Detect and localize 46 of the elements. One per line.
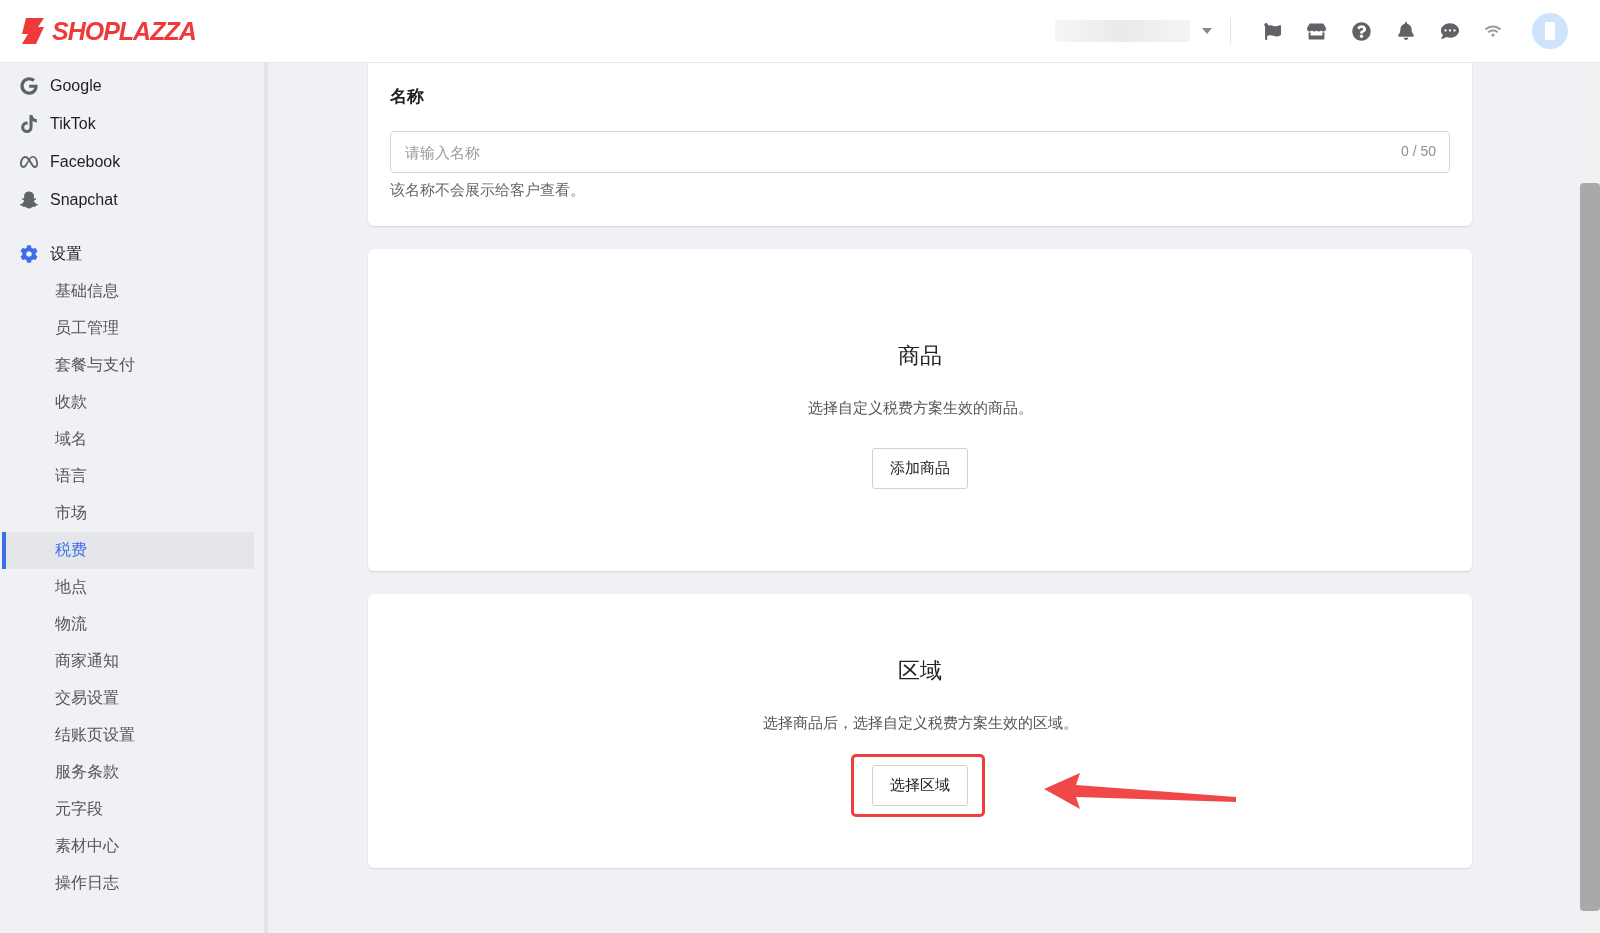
section-description: 选择商品后，选择自定义税费方案生效的区域。 (762, 714, 1078, 733)
action-button[interactable]: 选择区域 (872, 765, 968, 806)
chat-icon[interactable] (1441, 22, 1459, 40)
sidebar-subitem[interactable]: 市场 (2, 495, 254, 532)
sidebar-item[interactable]: Google (0, 67, 264, 105)
sidebar-subitem[interactable]: 员工管理 (2, 310, 254, 347)
google-icon (20, 77, 38, 95)
store-icon[interactable] (1307, 21, 1326, 41)
bell-icon[interactable] (1397, 22, 1415, 40)
section-description: 选择自定义税费方案生效的商品。 (807, 399, 1033, 418)
sidebar-item[interactable]: Snapchat (0, 181, 264, 219)
arrow-icon (1042, 771, 1238, 811)
tiktok-icon (20, 115, 38, 133)
action-button[interactable]: 添加商品 (872, 448, 968, 489)
sidebar-subitem[interactable]: 收款 (2, 384, 254, 421)
caret-icon[interactable] (1202, 28, 1212, 34)
meta-icon (20, 153, 38, 171)
sidebar-subitem[interactable]: 物流 (2, 606, 254, 643)
logo-text: SHOPLAZZA (52, 16, 196, 46)
section-title: 区域 (898, 657, 942, 685)
sidebar-item[interactable]: Facebook (0, 143, 264, 181)
sidebar-subitem[interactable]: 税费 (2, 532, 254, 569)
help-icon[interactable] (1352, 21, 1371, 41)
sidebar-subitem[interactable]: 地点 (2, 569, 254, 606)
sidebar-subitem[interactable]: 交易设置 (2, 680, 254, 717)
sidebar-subitem[interactable]: 基础信息 (2, 273, 254, 310)
ghost-icon (20, 191, 38, 209)
settings-icon (20, 245, 38, 263)
sidebar-subitem[interactable]: 语言 (2, 458, 254, 495)
character-counter: 0 / 50 (1400, 143, 1436, 159)
sidebar-subitem[interactable]: 套餐与支付 (2, 347, 254, 384)
logo-icon (20, 16, 46, 46)
sidebar-subitem[interactable]: 操作日志 (2, 865, 254, 902)
flag-icon[interactable] (1264, 22, 1281, 40)
sidebar-subitem[interactable]: 域名 (2, 421, 254, 458)
sidebar-subitem[interactable]: 素材中心 (2, 828, 254, 865)
sidebar-subitem[interactable]: 结账页设置 (2, 717, 254, 754)
sidebar-subitem[interactable]: 服务条款 (2, 754, 254, 791)
card-title: 名称 (390, 86, 425, 108)
sidebar-item[interactable]: TikTok (0, 105, 264, 143)
sidebar-item[interactable]: 设置 (0, 235, 264, 273)
sidebar-subitem[interactable]: 元字段 (2, 791, 254, 828)
section-title: 商品 (898, 342, 942, 370)
sidebar-subitem[interactable]: 商家通知 (2, 643, 254, 680)
wifi-icon[interactable] (1485, 23, 1501, 39)
help-text: 该名称不会展示给客户查看。 (390, 181, 586, 200)
